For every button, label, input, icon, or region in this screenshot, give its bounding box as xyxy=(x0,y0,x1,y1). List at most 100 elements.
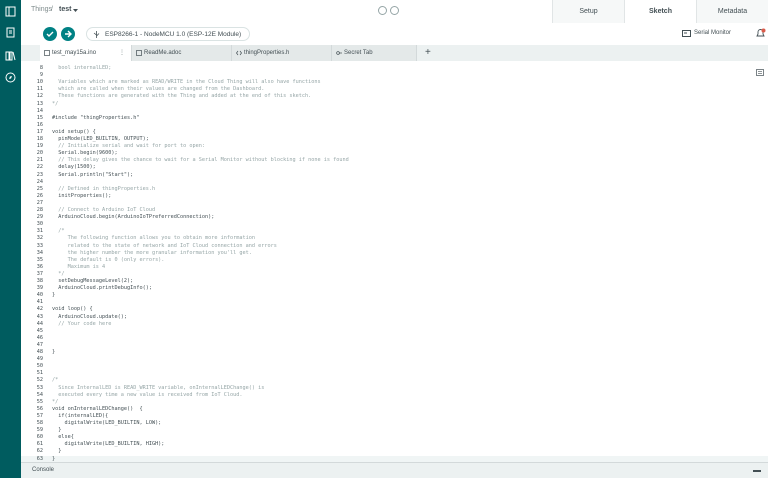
tab-setup[interactable]: Setup xyxy=(552,0,624,23)
code-line[interactable]: 21 // This delay gives the chance to wai… xyxy=(21,157,768,164)
code-line[interactable]: 56void onInternalLEDChange() { xyxy=(21,406,768,413)
code-line[interactable]: 17void setup() { xyxy=(21,129,768,136)
code-line[interactable]: 61 digitalWrite(LED_BUILTIN, HIGH); xyxy=(21,441,768,448)
add-tab-button[interactable]: + xyxy=(425,45,431,61)
code-line[interactable]: 40} xyxy=(21,292,768,299)
code-line[interactable]: 43 ArduinoCloud.update(); xyxy=(21,314,768,321)
top-bar: Things / test Setup Sketch Metadata xyxy=(21,0,768,24)
code-line[interactable]: 29 ArduinoCloud.begin(ArduinoIoTPreferre… xyxy=(21,214,768,221)
file-tab-thingproperties[interactable]: thingProperties.h xyxy=(232,45,332,61)
file-tab-ino[interactable]: test_may15a.ino ⋮ xyxy=(40,45,132,61)
code-line[interactable]: 59 } xyxy=(21,427,768,434)
code-line[interactable]: 20 Serial.begin(9600); xyxy=(21,150,768,157)
code-line[interactable]: 51 xyxy=(21,370,768,377)
expand-icon[interactable] xyxy=(390,6,399,15)
code-line[interactable]: 32 The following function allows you to … xyxy=(21,235,768,242)
file-tabs: test_may15a.ino ⋮ ReadMe.adoc thingPrope… xyxy=(21,45,768,61)
breadcrumb-things[interactable]: Things xyxy=(31,6,52,13)
sidebar-toggle-icon[interactable] xyxy=(5,6,16,17)
code-line[interactable]: 42void loop() { xyxy=(21,306,768,313)
code-line[interactable]: 25 // Defined in thingProperties.h xyxy=(21,186,768,193)
line-number: 31 xyxy=(27,228,43,235)
kebab-menu-icon[interactable]: ⋮ xyxy=(119,45,125,61)
line-number: 10 xyxy=(27,79,43,86)
code-line[interactable]: 44 // Your code here xyxy=(21,321,768,328)
code-line[interactable]: 35 The default is 0 (only errors). xyxy=(21,257,768,264)
board-selector[interactable]: ESP8266-1 - NodeMCU 1.0 (ESP-12E Module) xyxy=(86,27,250,41)
code-line[interactable]: 49 xyxy=(21,356,768,363)
code-line[interactable]: 22 delay(1500); xyxy=(21,164,768,171)
code-line[interactable]: 57 if(internalLED){ xyxy=(21,413,768,420)
collapse-icon[interactable] xyxy=(378,6,387,15)
code-text: Since InternalLED is READ_WRITE variable… xyxy=(52,385,264,392)
file-tab-secret[interactable]: Secret Tab xyxy=(332,45,417,61)
code-line[interactable]: 13*/ xyxy=(21,101,768,108)
libraries-icon[interactable] xyxy=(5,50,16,61)
line-number: 58 xyxy=(27,420,43,427)
line-number: 51 xyxy=(27,370,43,377)
code-line[interactable]: 41 xyxy=(21,299,768,306)
code-line[interactable]: 62 } xyxy=(21,448,768,455)
line-number: 32 xyxy=(27,235,43,242)
notification-bell-icon[interactable] xyxy=(755,28,766,39)
code-line[interactable]: 12 These functions are generated with th… xyxy=(21,93,768,100)
code-line[interactable]: 54 executed every time a new value is re… xyxy=(21,392,768,399)
line-number: 21 xyxy=(27,157,43,164)
file-tab-readme[interactable]: ReadMe.adoc xyxy=(132,45,232,61)
serial-monitor-icon[interactable] xyxy=(682,29,691,38)
code-line[interactable]: 8 bool internalLED; xyxy=(21,65,768,72)
minimize-icon[interactable] xyxy=(753,470,761,472)
code-line[interactable]: 55*/ xyxy=(21,399,768,406)
code-line[interactable]: 34 the higher number the more granular i… xyxy=(21,250,768,257)
code-line[interactable]: 11 which are called when their values ar… xyxy=(21,86,768,93)
verify-button[interactable] xyxy=(43,27,57,41)
code-text: ArduinoCloud.update(); xyxy=(52,314,127,321)
code-line[interactable]: 37 */ xyxy=(21,271,768,278)
code-line[interactable]: 14 xyxy=(21,108,768,115)
code-line[interactable]: 27 xyxy=(21,200,768,207)
code-line[interactable]: 53 Since InternalLED is READ_WRITE varia… xyxy=(21,385,768,392)
breadcrumb-current[interactable]: test xyxy=(59,6,71,13)
code-line[interactable]: 52/* xyxy=(21,377,768,384)
code-line[interactable]: 9 xyxy=(21,72,768,79)
chevron-down-icon[interactable] xyxy=(73,9,78,12)
line-number: 28 xyxy=(27,207,43,214)
code-line[interactable]: 19 // Initialize serial and wait for por… xyxy=(21,143,768,150)
code-line[interactable]: 33 related to the state of network and I… xyxy=(21,243,768,250)
sketchbook-icon[interactable] xyxy=(5,27,16,38)
tab-sketch[interactable]: Sketch xyxy=(624,0,696,23)
code-line[interactable]: 16 xyxy=(21,122,768,129)
line-number: 13 xyxy=(27,101,43,108)
code-text: void setup() { xyxy=(52,129,96,136)
code-line[interactable]: 30 xyxy=(21,221,768,228)
code-line[interactable]: 36 Maximum is 4 xyxy=(21,264,768,271)
code-line[interactable]: 38 setDebugMessageLevel(2); xyxy=(21,278,768,285)
tab-metadata[interactable]: Metadata xyxy=(696,0,768,23)
code-line[interactable]: 47 xyxy=(21,342,768,349)
code-line[interactable]: 50 xyxy=(21,363,768,370)
upload-button[interactable] xyxy=(61,27,75,41)
console-panel[interactable]: Console xyxy=(21,462,768,478)
code-line[interactable]: 48} xyxy=(21,349,768,356)
code-line[interactable]: 23 Serial.println("Start"); xyxy=(21,172,768,179)
line-number: 55 xyxy=(27,399,43,406)
board-name: ESP8266-1 - NodeMCU 1.0 (ESP-12E Module) xyxy=(105,31,241,38)
reference-icon[interactable] xyxy=(5,72,16,83)
code-line[interactable]: 28 // Connect to Arduino IoT Cloud xyxy=(21,207,768,214)
code-line[interactable]: 60 else{ xyxy=(21,434,768,441)
code-line[interactable]: 24 xyxy=(21,179,768,186)
code-line[interactable]: 31 /* xyxy=(21,228,768,235)
code-text: the higher number the more granular info… xyxy=(52,250,252,257)
code-line[interactable]: 39 ArduinoCloud.printDebugInfo(); xyxy=(21,285,768,292)
code-line[interactable]: 10 Variables which are marked as READ/WR… xyxy=(21,79,768,86)
code-line[interactable]: 46 xyxy=(21,335,768,342)
code-text: // Your code here xyxy=(52,321,111,328)
line-number: 62 xyxy=(27,448,43,455)
code-line[interactable]: 15#include "thingProperties.h" xyxy=(21,115,768,122)
code-line[interactable]: 26 initProperties(); xyxy=(21,193,768,200)
code-line[interactable]: 58 digitalWrite(LED_BUILTIN, LOW); xyxy=(21,420,768,427)
code-line[interactable]: 18 pinMode(LED_BUILTIN, OUTPUT); xyxy=(21,136,768,143)
code-line[interactable]: 45 xyxy=(21,328,768,335)
code-editor[interactable]: 8 bool internalLED;910 Variables which a… xyxy=(21,61,768,462)
serial-monitor-button[interactable]: Serial Monitor xyxy=(694,30,731,36)
